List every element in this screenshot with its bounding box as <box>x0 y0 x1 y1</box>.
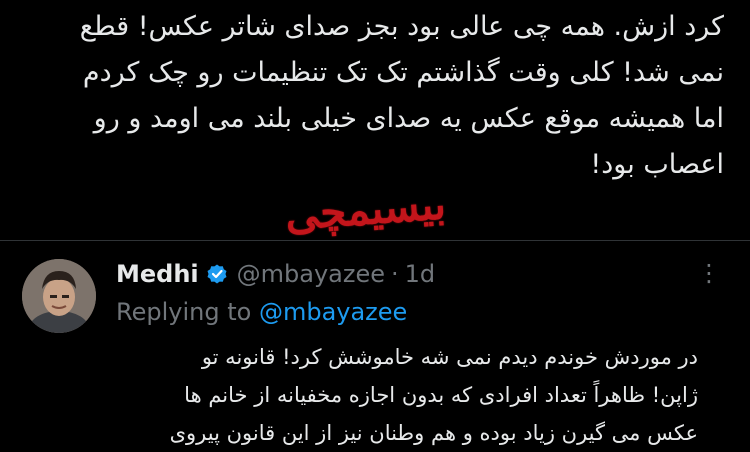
original-tweet-text: کرد ازش. همه چی عالی بود بجز صدای شاتر ع… <box>79 11 724 180</box>
more-options-icon[interactable]: ⋮ <box>694 261 724 285</box>
reply-tweet-text: در موردش خوندم دیدم نمی شه خاموشش کرد! ق… <box>169 345 698 445</box>
verified-badge-icon <box>205 262 229 286</box>
tweet-divider <box>0 240 750 241</box>
replying-to-mention[interactable]: @mbayazee <box>259 298 407 326</box>
avatar-photo <box>22 259 96 333</box>
replying-to-label: Replying to <box>116 298 252 326</box>
author-handle[interactable]: @mbayazee <box>237 260 385 288</box>
watermark-logo: بیسیمچی <box>283 179 448 240</box>
separator-dot: · <box>391 260 399 288</box>
timestamp[interactable]: 1d <box>405 260 436 288</box>
author-name[interactable]: Medhi <box>116 260 199 288</box>
replying-to-line: Replying to @mbayazee <box>116 298 407 326</box>
avatar[interactable] <box>22 259 96 333</box>
reply-header: Medhi @mbayazee · 1d <box>116 258 435 290</box>
